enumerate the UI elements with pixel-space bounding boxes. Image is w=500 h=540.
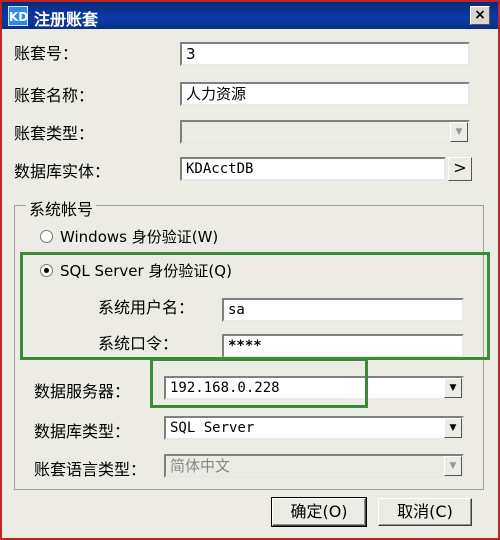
app-icon: KD: [8, 6, 28, 26]
language-select[interactable]: 简体中文: [164, 454, 464, 478]
language-label: 账套语言类型：: [34, 460, 147, 479]
close-icon[interactable]: ×: [470, 6, 490, 25]
account-no-input[interactable]: 3: [180, 42, 470, 66]
account-type-select[interactable]: [180, 120, 470, 144]
ok-button[interactable]: 确定(O): [271, 497, 367, 527]
db-server-label: 数据服务器：: [34, 382, 131, 401]
db-server-dropdown-icon[interactable]: ▼: [444, 378, 462, 398]
db-type-label: 数据库类型：: [34, 422, 131, 441]
db-entity-label: 数据库实体：: [14, 162, 111, 181]
db-entity-input[interactable]: KDAcctDB: [180, 157, 446, 181]
windows-auth-label[interactable]: Windows 身份验证(W): [60, 226, 218, 247]
dialog-window: KD 注册账套 × 账套号： 3 账套名称： 人力资源 账套类型： ▼ 数据库实…: [2, 2, 498, 538]
db-type-select[interactable]: SQL Server: [164, 416, 464, 440]
cancel-button[interactable]: 取消(C): [378, 498, 472, 526]
account-type-label: 账套类型：: [14, 124, 95, 143]
system-account-group-title: 系统帐号: [26, 196, 97, 220]
title-bar: KD 注册账套 ×: [2, 2, 498, 29]
db-entity-browse-button[interactable]: >: [448, 157, 472, 181]
account-no-label: 账套号：: [14, 44, 79, 63]
windows-auth-radio[interactable]: [40, 230, 53, 243]
sql-auth-highlight: [20, 252, 490, 360]
db-type-dropdown-icon[interactable]: ▼: [444, 418, 462, 438]
window-title: 注册账套: [34, 10, 99, 29]
db-server-highlight: [150, 358, 368, 408]
account-name-label: 账套名称：: [14, 86, 95, 105]
account-name-input[interactable]: 人力资源: [180, 82, 470, 106]
account-type-dropdown-icon[interactable]: ▼: [450, 122, 468, 142]
language-dropdown-icon[interactable]: ▼: [444, 456, 462, 476]
